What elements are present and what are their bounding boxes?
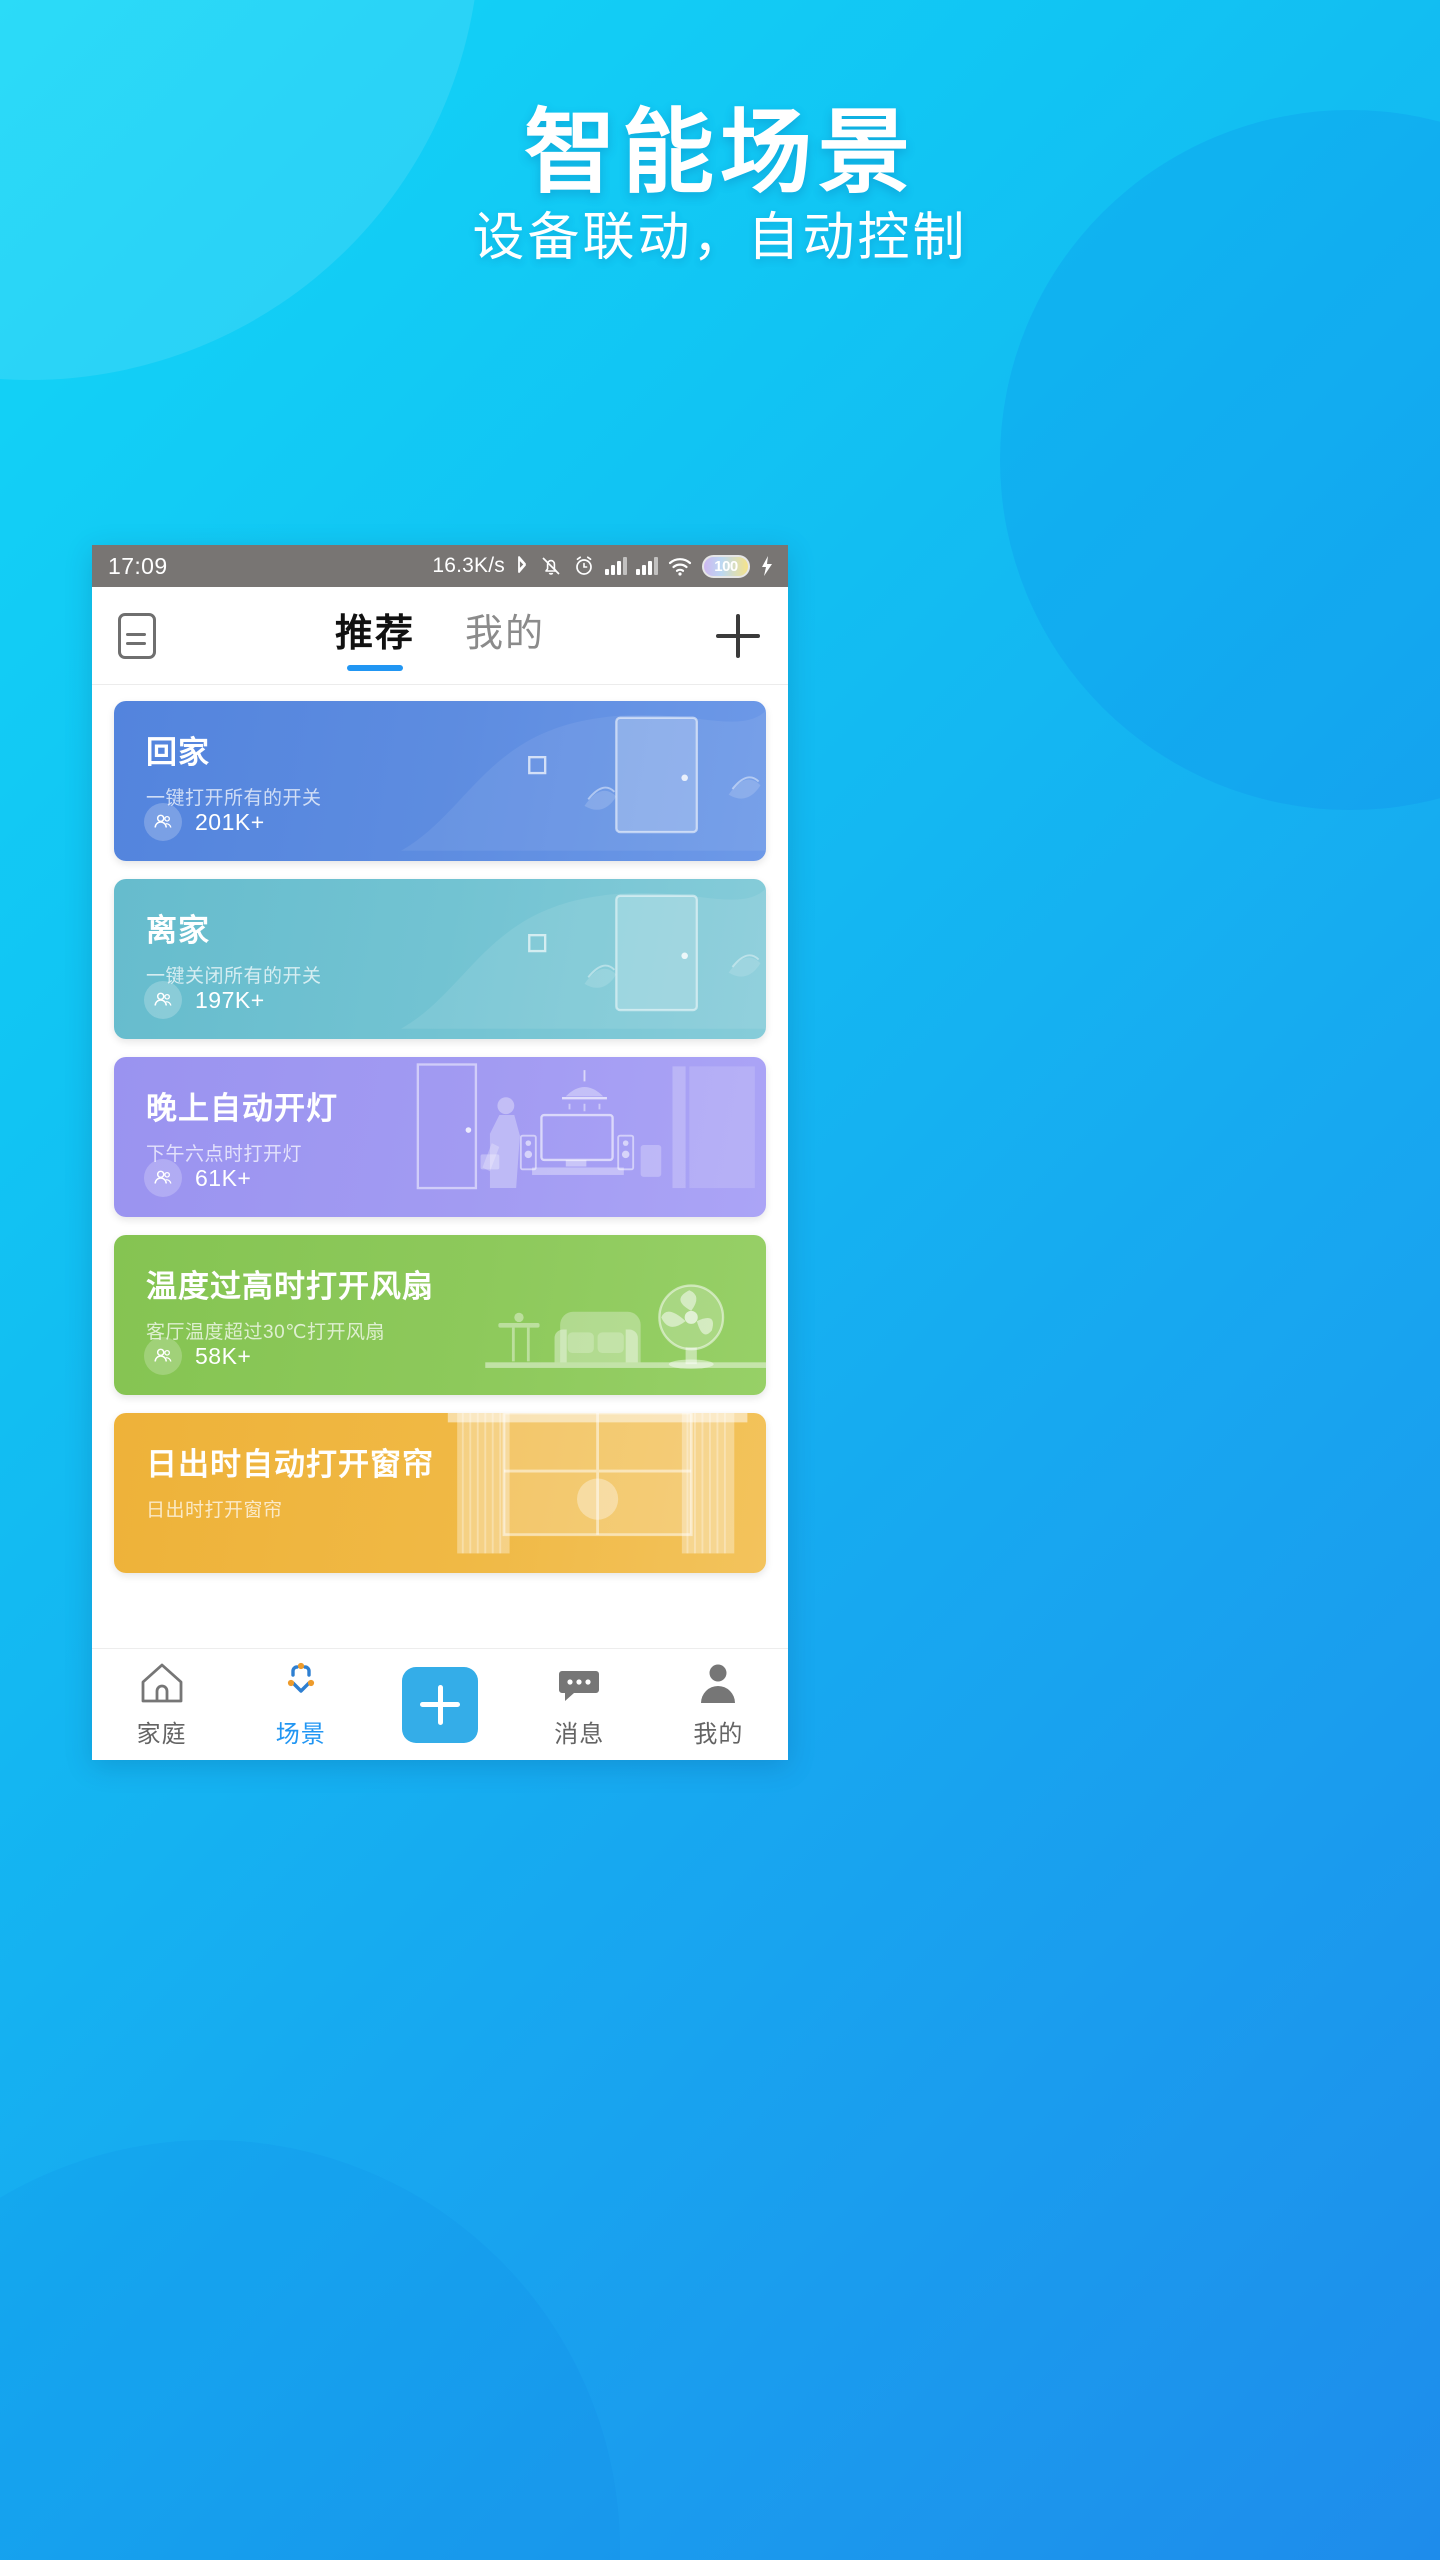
scene-card-text: 温度过高时打开风扇 客厅温度超过30℃打开风扇 bbox=[146, 1261, 434, 1344]
users-icon bbox=[144, 1159, 182, 1197]
users-icon bbox=[144, 1337, 182, 1375]
tab-active-underline bbox=[346, 665, 403, 671]
bluetooth-icon bbox=[518, 556, 526, 573]
phone-mockup: 17:09 16.3K/s 100 推荐 我的 回家 一键打开所有的开关 201… bbox=[92, 545, 788, 1760]
sofa-fan-art bbox=[485, 1284, 766, 1369]
tab-group: 推荐 我的 bbox=[92, 602, 788, 671]
status-bar: 17:09 16.3K/s 100 bbox=[92, 545, 788, 587]
scene-title: 日出时自动打开窗帘 bbox=[146, 1447, 434, 1482]
tab-recommend[interactable]: 推荐 bbox=[334, 602, 415, 671]
battery-icon: 100 bbox=[702, 554, 750, 578]
scene-usage-meta: 61K+ bbox=[144, 1159, 251, 1197]
door-open-art bbox=[400, 710, 766, 851]
alarm-clock-icon bbox=[576, 556, 592, 575]
scene-usage-count: 201K+ bbox=[195, 808, 265, 835]
tab-mine-label: 我的 bbox=[465, 613, 546, 655]
add-scene-button[interactable] bbox=[714, 612, 762, 660]
status-time: 17:09 bbox=[108, 552, 168, 579]
scene-title: 晚上自动开灯 bbox=[146, 1091, 338, 1126]
scene-card-go-home[interactable]: 回家 一键打开所有的开关 201K+ bbox=[114, 701, 766, 861]
chat-bubble-icon bbox=[559, 1670, 600, 1701]
scene-card-text: 回家 一键打开所有的开关 bbox=[146, 727, 322, 810]
add-square-icon[interactable] bbox=[402, 1666, 478, 1743]
nav-item-add[interactable] bbox=[370, 1666, 509, 1743]
signal-bars-icon bbox=[605, 557, 627, 575]
nav-item-mine[interactable]: 我的 bbox=[649, 1661, 788, 1749]
person-icon bbox=[701, 1664, 736, 1703]
users-icon bbox=[144, 803, 182, 841]
scene-card-text: 晚上自动开灯 下午六点时打开灯 bbox=[146, 1083, 338, 1166]
curtain-window-art bbox=[447, 1413, 748, 1554]
battery-level-text: 100 bbox=[714, 557, 738, 575]
bottom-navigation-bar: 家庭 场景 消息 我的 bbox=[92, 1648, 788, 1760]
nav-item-scene[interactable]: 场景 bbox=[231, 1661, 370, 1749]
living-room-lamp-art bbox=[416, 1063, 755, 1190]
nav-item-home[interactable]: 家庭 bbox=[92, 1661, 231, 1749]
home-icon bbox=[141, 1663, 182, 1702]
scene-card-leave-home[interactable]: 离家 一键关闭所有的开关 197K+ bbox=[114, 879, 766, 1039]
scene-card-night-light[interactable]: 晚上自动开灯 下午六点时打开灯 61K+ bbox=[114, 1057, 766, 1217]
scene-usage-meta: 201K+ bbox=[144, 803, 265, 841]
decorative-blob-bottom-left bbox=[0, 2140, 620, 2560]
promo-title: 智能场景 bbox=[523, 102, 916, 204]
scene-usage-count: 61K+ bbox=[195, 1164, 252, 1191]
nav-item-home-label: 家庭 bbox=[136, 1720, 187, 1748]
wifi-icon bbox=[668, 558, 692, 576]
scene-card-fan-on-hot[interactable]: 温度过高时打开风扇 客厅温度超过30℃打开风扇 58K+ bbox=[114, 1235, 766, 1395]
tab-recommend-label: 推荐 bbox=[334, 613, 415, 655]
scene-hexagon-icon bbox=[287, 1662, 314, 1693]
scene-usage-count: 58K+ bbox=[195, 1342, 252, 1369]
scene-desc: 日出时打开窗帘 bbox=[146, 1500, 283, 1521]
scene-usage-meta: 58K+ bbox=[144, 1337, 251, 1375]
status-icons: 16.3K/s 100 bbox=[432, 554, 774, 578]
promo-subtitle: 设备联动，自动控制 bbox=[472, 209, 968, 267]
top-tab-bar: 推荐 我的 bbox=[92, 587, 788, 685]
scene-title: 离家 bbox=[146, 913, 210, 948]
scene-list[interactable]: 回家 一键打开所有的开关 201K+ 离家 一键关闭所有的开关 197K+ 晚上… bbox=[92, 685, 788, 1690]
scene-usage-count: 197K+ bbox=[195, 986, 265, 1013]
scene-card-curtain-sunrise[interactable]: 日出时自动打开窗帘 日出时打开窗帘 bbox=[114, 1413, 766, 1573]
nav-item-scene-label: 场景 bbox=[275, 1720, 326, 1748]
scene-title: 温度过高时打开风扇 bbox=[146, 1269, 434, 1304]
scene-usage-meta: 197K+ bbox=[144, 981, 265, 1019]
nav-item-message[interactable]: 消息 bbox=[510, 1661, 649, 1749]
users-icon bbox=[144, 981, 182, 1019]
silent-bell-icon bbox=[542, 557, 560, 575]
network-speed-text: 16.3K/s bbox=[432, 554, 505, 577]
scene-title: 回家 bbox=[146, 735, 210, 770]
scene-card-text: 离家 一键关闭所有的开关 bbox=[146, 905, 322, 988]
signal-bars-icon bbox=[636, 557, 658, 575]
door-closed-art bbox=[400, 888, 766, 1029]
nav-item-message-label: 消息 bbox=[554, 1720, 605, 1748]
charging-bolt-icon bbox=[762, 556, 772, 576]
nav-item-mine-label: 我的 bbox=[693, 1720, 744, 1748]
scene-card-text: 日出时自动打开窗帘 日出时打开窗帘 bbox=[146, 1439, 434, 1522]
tab-mine[interactable]: 我的 bbox=[465, 602, 545, 669]
